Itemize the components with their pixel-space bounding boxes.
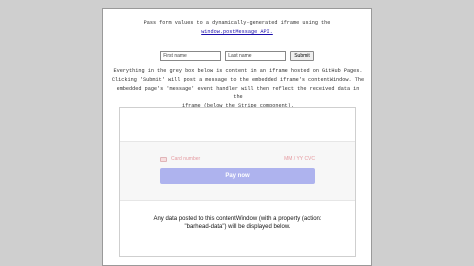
note-line: Any data posted to this contentWindow (w… [153,216,322,222]
note-line: "barhead-data") will be displayed below. [184,224,291,230]
name-form: Submit [103,51,371,61]
credit-card-icon [160,156,167,162]
iframe-message-note: Any data posted to this contentWindow (w… [120,215,355,231]
card-input-field[interactable]: Card number MM / YY CVC [160,154,315,164]
card-number-group: Card number [160,156,200,162]
last-name-input[interactable] [225,51,287,61]
postmessage-api-link[interactable]: window.postMessage API. [103,28,371,37]
first-name-input[interactable] [160,51,222,61]
intro-line: Pass form values to a dynamically-genera… [143,20,331,26]
submit-button[interactable]: Submit [290,51,314,61]
expiry-cvc-placeholder: MM / YY CVC [284,156,315,162]
embedded-iframe: Card number MM / YY CVC Pay now Any data… [119,107,356,257]
description-line: Everything in the grey box below is cont… [113,68,363,74]
card-number-placeholder: Card number [171,156,201,162]
stripe-component: Card number MM / YY CVC Pay now [120,141,355,201]
page-container: Pass form values to a dynamically-genera… [102,8,372,266]
description-line: embedded page's 'message' event handler … [116,85,360,101]
description-text: Everything in the grey box below is cont… [111,67,365,111]
description-line: Clicking 'Submit' will post a message to… [111,76,365,83]
intro-text: Pass form values to a dynamically-genera… [103,19,371,37]
pay-now-button[interactable]: Pay now [160,168,315,184]
